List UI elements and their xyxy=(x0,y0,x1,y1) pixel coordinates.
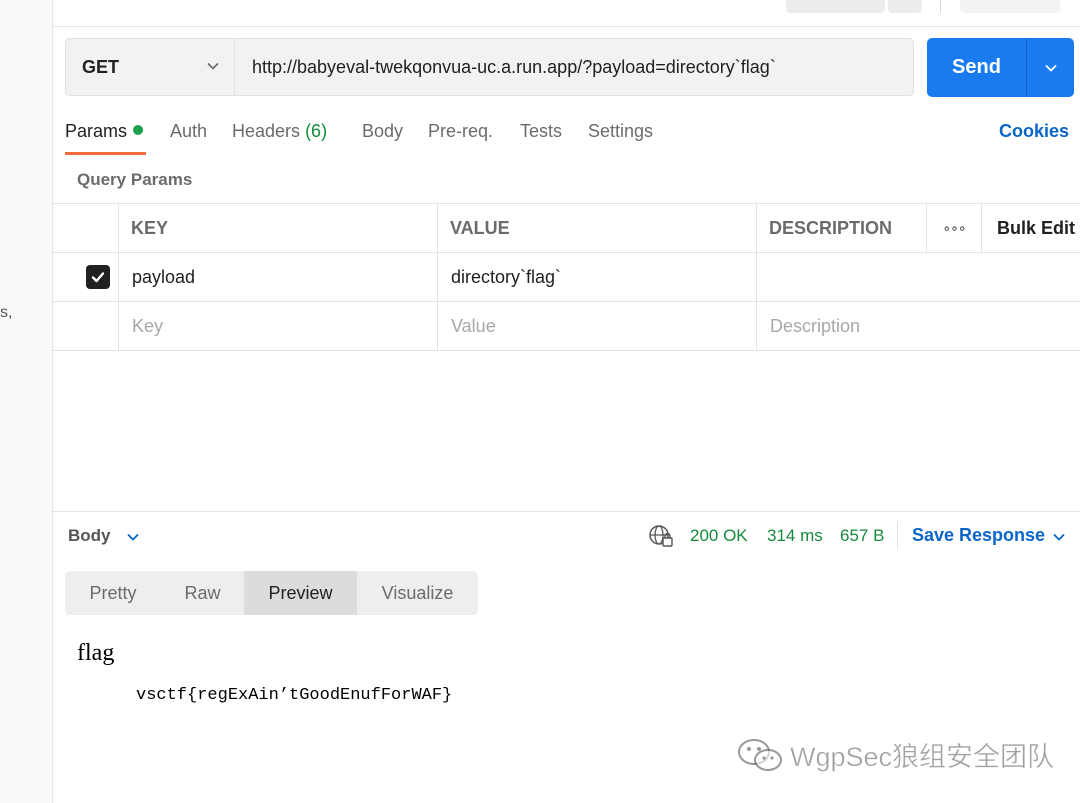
save-response-button[interactable]: Save Response xyxy=(912,525,1045,546)
query-params-title: Query Params xyxy=(77,170,193,189)
url-input[interactable]: http://babyeval-twekqonvua-uc.a.run.app/… xyxy=(234,38,914,96)
table-header-row: KEY VALUE DESCRIPTION ∘∘∘ Bulk Edit xyxy=(53,203,1080,252)
view-tab-preview[interactable]: Preview xyxy=(244,571,357,615)
response-meta-divider xyxy=(897,521,898,549)
sidebar-text-fragment: s, xyxy=(0,304,13,321)
watermark: WgpSec狼组安全团队 xyxy=(736,735,1054,774)
response-view-tabs: Pretty Raw Preview Visualize xyxy=(65,571,478,615)
watermark-text: WgpSec狼组安全团队 xyxy=(790,742,1055,773)
globe-lock-icon[interactable] xyxy=(648,524,674,548)
response-size[interactable]: 657 B xyxy=(840,526,884,546)
response-divider[interactable] xyxy=(53,511,1080,512)
column-header-key: KEY xyxy=(131,217,169,238)
url-text: http://babyeval-twekqonvua-uc.a.run.app/… xyxy=(252,56,776,77)
headers-count: (6) xyxy=(305,121,328,141)
tab-auth[interactable]: Auth xyxy=(170,121,207,142)
left-sidebar: s, xyxy=(0,0,53,803)
param-key-cell[interactable]: payload xyxy=(132,253,195,301)
top-toolbar xyxy=(53,0,1080,27)
column-header-value: VALUE xyxy=(450,217,510,238)
send-button-group: Send xyxy=(927,38,1074,97)
more-options-icon[interactable]: ∘∘∘ xyxy=(927,204,981,252)
tab-settings[interactable]: Settings xyxy=(588,121,653,142)
view-tab-pretty[interactable]: Pretty xyxy=(65,571,161,615)
response-body-label[interactable]: Body xyxy=(68,526,111,546)
chevron-down-icon[interactable] xyxy=(126,530,140,544)
cookies-link[interactable]: Cookies xyxy=(999,121,1069,142)
toolbar-dropdown-button[interactable] xyxy=(888,0,922,13)
view-tab-visualize[interactable]: Visualize xyxy=(357,571,478,615)
bulk-edit-button[interactable]: Bulk Edit xyxy=(997,204,1075,252)
toolbar-toggle[interactable] xyxy=(960,0,1060,13)
table-row: payload directory`flag` xyxy=(53,252,1080,301)
method-value: GET xyxy=(82,56,120,77)
column-header-description: DESCRIPTION xyxy=(769,217,893,238)
chevron-down-icon xyxy=(207,62,219,70)
key-input-placeholder[interactable]: Key xyxy=(132,302,163,350)
preview-content: vsctf{regExAin’tGoodEnufForWAF} xyxy=(136,686,453,705)
description-input-placeholder[interactable]: Description xyxy=(770,302,860,350)
view-tab-raw[interactable]: Raw xyxy=(161,571,244,615)
value-input-placeholder[interactable]: Value xyxy=(451,302,496,350)
tab-body[interactable]: Body xyxy=(362,121,403,142)
tab-headers-label: Headers xyxy=(232,121,301,141)
tab-prereq[interactable]: Pre-req. xyxy=(428,121,493,142)
wechat-icon xyxy=(738,738,782,771)
tab-params-label: Params xyxy=(65,121,128,141)
method-select[interactable]: GET xyxy=(65,38,234,96)
send-button[interactable]: Send xyxy=(927,38,1026,97)
preview-heading: flag xyxy=(77,640,115,666)
toolbar-button[interactable] xyxy=(786,0,885,13)
active-tab-indicator xyxy=(65,152,146,155)
send-options-button[interactable] xyxy=(1027,38,1074,97)
chevron-down-icon[interactable] xyxy=(1052,530,1066,544)
param-description-cell[interactable] xyxy=(770,253,1080,301)
response-time[interactable]: 314 ms xyxy=(767,526,823,546)
toolbar-divider xyxy=(940,0,941,13)
param-value-cell[interactable]: directory`flag` xyxy=(451,253,561,301)
param-enabled-checkbox[interactable] xyxy=(86,253,110,301)
tab-params[interactable]: Params xyxy=(65,121,144,142)
checkmark-icon xyxy=(86,265,110,289)
params-active-dot xyxy=(133,125,144,135)
tab-headers[interactable]: Headers (6) xyxy=(232,121,327,142)
table-row-empty: Key Value Description xyxy=(53,301,1080,351)
query-params-table: KEY VALUE DESCRIPTION ∘∘∘ Bulk Edit payl… xyxy=(53,203,1080,351)
status-code[interactable]: 200 OK xyxy=(690,526,748,546)
chevron-down-icon xyxy=(1044,64,1057,72)
tab-tests[interactable]: Tests xyxy=(520,121,562,142)
